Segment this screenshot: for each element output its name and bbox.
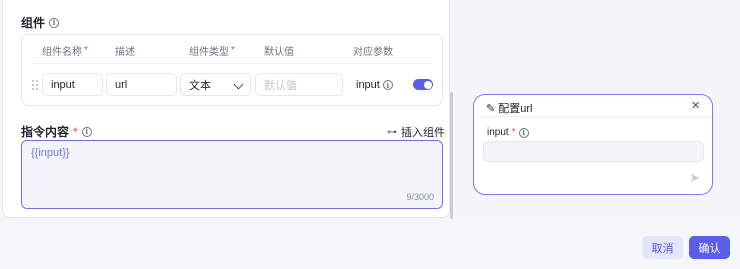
description-input[interactable]: url (106, 73, 177, 96)
link-icon: ⊶ (387, 126, 397, 138)
send-icon[interactable]: ➤ (689, 171, 700, 184)
confirm-button[interactable]: 确认 (689, 236, 730, 259)
param-label: input i (356, 79, 393, 91)
popup-input-field[interactable] (483, 141, 704, 162)
info-icon[interactable]: i (49, 17, 60, 28)
header-param: 对应参数 (353, 47, 393, 58)
drag-handle-icon[interactable] (32, 80, 40, 90)
component-name-input[interactable]: input (42, 73, 103, 96)
header-default-value: 默认值 (264, 47, 294, 58)
resize-handle[interactable] (450, 92, 453, 219)
instruction-textarea[interactable]: {{input}} 9/3000 (21, 140, 443, 209)
info-icon[interactable]: i (382, 80, 393, 90)
char-counter: 9/3000 (406, 192, 434, 202)
close-icon[interactable]: × (691, 98, 700, 113)
header-component-name: 组件名称 * (42, 45, 88, 58)
config-popup: ✎ 配置url × input * i ➤ (473, 94, 713, 195)
popup-title: ✎ 配置url (486, 102, 533, 116)
default-value-input[interactable]: 默认值 (255, 73, 343, 96)
components-table: 组件名称 * 描述 组件类型 * 默认值 对应参数 input url 文本 默认值 (21, 34, 443, 106)
enable-toggle[interactable] (413, 79, 433, 90)
popup-field-label: input * i (487, 127, 529, 138)
config-card: 组件 i 组件名称 * 描述 组件类型 * 默认值 对应参数 input url 文… (2, 0, 450, 218)
info-icon[interactable]: i (81, 126, 92, 137)
component-type-select[interactable]: 文本 (180, 73, 251, 96)
cancel-button[interactable]: 取消 (642, 236, 683, 259)
components-section-title: 组件 i (21, 14, 60, 31)
chevron-down-icon (233, 79, 244, 90)
header-component-type: 组件类型 * (189, 45, 235, 58)
wand-icon: ✎ (486, 102, 496, 115)
instruction-section-title: 指令内容 * i (21, 123, 92, 140)
insert-component-button[interactable]: ⊶ 插入组件 (387, 124, 445, 140)
info-icon[interactable]: i (518, 127, 529, 138)
header-divider (32, 63, 432, 64)
popup-divider (474, 116, 712, 117)
header-description: 描述 (115, 47, 135, 58)
